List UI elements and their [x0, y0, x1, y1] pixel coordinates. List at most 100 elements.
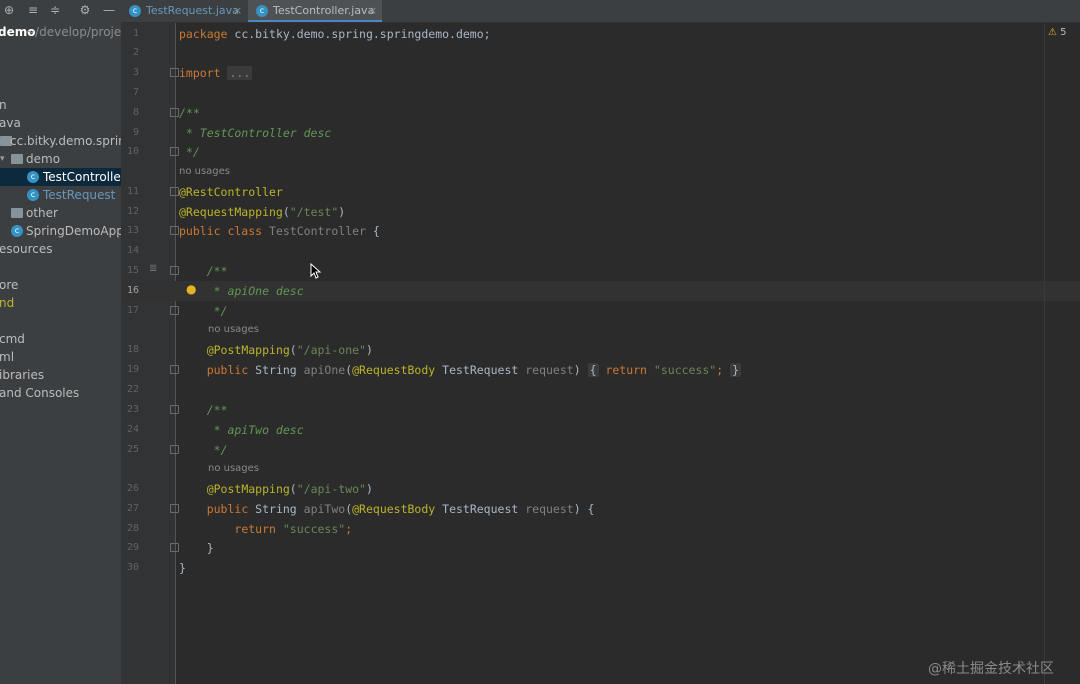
fold-marker[interactable] — [170, 108, 179, 117]
class-icon: c — [27, 171, 39, 183]
line-number: 27 — [126, 503, 139, 514]
current-line-highlight — [175, 281, 1080, 301]
project-toolbar: ⊕ ≡ ≑ ⚙ — — [0, 0, 121, 22]
fold-marker[interactable] — [170, 504, 179, 513]
class-icon: c — [11, 225, 23, 237]
tree-item-label: TestRequest — [43, 188, 116, 202]
warning-count: 5 — [1060, 27, 1067, 38]
tree-item-label: ml — [0, 350, 15, 364]
tree-item-label: nd — [0, 296, 15, 310]
project-panel: ⊕ ≡ ≑ ⚙ — demo ~/develop/project n ava c… — [0, 0, 121, 684]
folded-imports[interactable]: ... — [227, 66, 253, 80]
line-number: 29 — [126, 542, 139, 553]
watermark: @稀土掘金技术社区 — [928, 661, 1054, 677]
code-line[interactable]: */ — [179, 440, 228, 460]
line-number: 3 — [132, 67, 139, 78]
tree-item-label: and Consoles — [0, 386, 80, 400]
class-icon: c — [27, 189, 39, 201]
fold-marker[interactable] — [170, 543, 179, 552]
package-name: cc.bitky.demo.spring.springdemo.demo — [234, 27, 484, 41]
line-number: 11 — [126, 186, 139, 197]
expand-all-icon[interactable]: ≡ — [26, 3, 40, 17]
code-line[interactable]: return "success"; — [179, 519, 352, 539]
usages-hint[interactable]: no usages — [179, 164, 230, 180]
line-number: 2 — [132, 47, 139, 58]
tab-label: TestController.java — [273, 4, 375, 17]
gear-icon[interactable]: ⚙ — [78, 3, 92, 17]
line-number: 23 — [126, 404, 139, 415]
fold-marker[interactable] — [170, 187, 179, 196]
code-line[interactable]: @RequestMapping("/test") — [179, 202, 345, 222]
code-line[interactable]: } — [179, 538, 214, 558]
code-line[interactable]: @PostMapping("/api-two") — [179, 479, 373, 499]
tree-root-path: ~/develop/project — [25, 25, 121, 39]
line-number: 18 — [126, 344, 139, 355]
code-line[interactable]: package cc.bitky.demo.spring.springdemo.… — [179, 24, 491, 44]
tree-item-label: cc.bitky.demo.spring — [10, 134, 121, 148]
chevron-down-icon[interactable]: ▾ — [0, 150, 5, 168]
target-icon[interactable]: ⊕ — [2, 3, 16, 17]
tree-item-label: demo — [26, 152, 61, 166]
line-number: 15 — [126, 265, 139, 276]
tab-testcontroller[interactable]: c TestController.java × — [248, 0, 382, 22]
tree-item-label: n — [0, 98, 7, 112]
code-line[interactable]: */ — [179, 142, 200, 162]
line-number: 24 — [126, 424, 139, 435]
warnings-indicator[interactable]: ⚠ 5 — [1048, 27, 1067, 38]
line-number: 14 — [126, 245, 139, 256]
fold-marker[interactable] — [170, 147, 179, 156]
tree-item-label: ava — [0, 116, 21, 130]
editor-tabs: c TestRequest.java × c TestController.ja… — [121, 0, 1080, 23]
line-number: 1 — [132, 28, 139, 39]
tree-item-label: SpringDemoAppli — [26, 224, 121, 238]
fold-marker[interactable] — [170, 68, 179, 77]
tree-item-testcontroller[interactable]: c TestController — [0, 168, 121, 186]
warning-icon: ⚠ — [1048, 27, 1057, 38]
fold-marker[interactable] — [170, 266, 179, 275]
fold-marker[interactable] — [170, 405, 179, 414]
mouse-cursor — [310, 262, 322, 283]
tree-item-label: esources — [0, 242, 53, 256]
code-line[interactable]: */ — [179, 301, 228, 321]
fold-marker[interactable] — [170, 226, 179, 235]
usages-hint[interactable]: no usages — [208, 461, 259, 477]
tree-item-label: cmd — [0, 332, 25, 346]
line-number: 7 — [132, 87, 139, 98]
fold-marker[interactable] — [170, 306, 179, 315]
collapse-all-icon[interactable]: ≑ — [48, 3, 62, 17]
tab-testrequest[interactable]: c TestRequest.java × — [121, 0, 247, 22]
class-icon: c — [256, 5, 268, 17]
line-number: 10 — [126, 146, 139, 157]
code-line[interactable]: } — [179, 558, 186, 578]
doc-render-icon[interactable]: ≣ — [149, 263, 157, 274]
line-number: 9 — [132, 127, 139, 138]
fold-marker[interactable] — [170, 445, 179, 454]
fold-marker[interactable] — [170, 365, 179, 374]
tree-item-label: TestController — [43, 170, 121, 184]
code-line[interactable]: * apiOne desc — [179, 281, 304, 301]
code-line[interactable]: public String apiOne(@RequestBody TestRe… — [179, 360, 742, 380]
line-number: 28 — [126, 523, 139, 534]
tree-item-label: ibraries — [0, 368, 45, 382]
line-number: 19 — [126, 364, 139, 375]
usages-hint[interactable]: no usages — [208, 322, 259, 338]
code-line[interactable]: import ... — [179, 63, 253, 83]
close-icon[interactable]: × — [233, 0, 242, 22]
line-number: 22 — [126, 384, 139, 395]
line-number: 17 — [126, 305, 139, 316]
code-line[interactable]: * apiTwo desc — [179, 420, 304, 440]
code-line[interactable]: public String apiTwo(@RequestBody TestRe… — [179, 499, 595, 519]
line-number: 30 — [126, 562, 139, 573]
close-icon[interactable]: × — [368, 0, 377, 22]
code-line[interactable]: public class TestController { — [179, 221, 380, 241]
code-line[interactable]: /** — [179, 103, 200, 123]
code-line[interactable]: /** — [179, 400, 228, 420]
hide-icon[interactable]: — — [102, 3, 116, 17]
code-line[interactable]: @PostMapping("/api-one") — [179, 340, 373, 360]
folder-icon — [11, 208, 23, 218]
line-number: 13 — [126, 225, 139, 236]
code-line[interactable]: * TestController desc — [179, 123, 331, 143]
line-number: 12 — [126, 206, 139, 217]
code-line[interactable]: /** — [179, 261, 228, 281]
code-line[interactable]: @RestController — [179, 182, 283, 202]
